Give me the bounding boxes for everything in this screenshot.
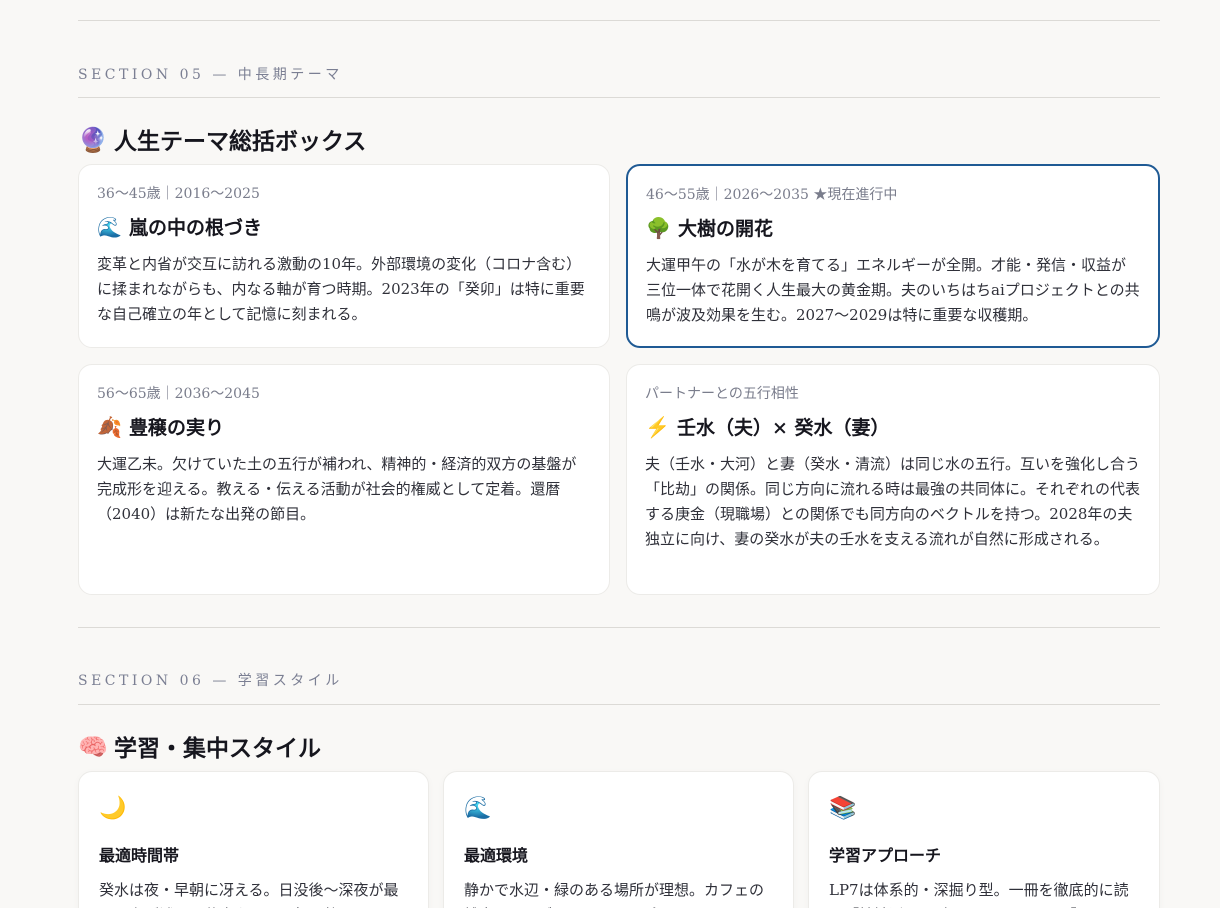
section-divider (78, 627, 1160, 628)
card-title-text: 壬水（夫）× 癸水（妻） (677, 417, 890, 439)
theme-card-56-65: 56〜65歳｜2036〜2045 🍂 豊穣の実り 大運乙未。欠けていた土の五行が… (78, 364, 610, 595)
study-card-body: 癸水は夜・早朝に冴える。日没後〜深夜が最も思考が澄みる黄金タイム。朝は静かな (99, 881, 399, 908)
lightning-icon: ⚡ (645, 414, 670, 439)
card-title: 🍂 豊穣の実り (97, 413, 591, 440)
card-title: ⚡ 壬水（夫）× 癸水（妻） (645, 413, 1141, 440)
card-body: 大運乙未。欠けていた土の五行が補われ、精神的・経済的双方の基盤が完成形を迎える。… (97, 455, 577, 523)
partner-compatibility-card: パートナーとの五行相性 ⚡ 壬水（夫）× 癸水（妻） 夫（壬水・大河）と妻（癸水… (626, 364, 1160, 595)
wave-icon: 🌊 (464, 796, 492, 821)
section-06-label: SECTION 06 — 学習スタイル (78, 673, 343, 689)
study-card-title: 最適環境 (464, 846, 529, 865)
tree-icon: 🌳 (646, 215, 671, 240)
fallen-leaf-icon: 🍂 (97, 414, 122, 439)
crescent-moon-icon: 🌙 (99, 796, 127, 821)
card-title: 🌊 嵐の中の根づき (97, 213, 591, 240)
study-card-approach: 📚 学習アプローチ LP7は体系的・深掘り型。一冊を徹底的に読む「精読派」。一気… (808, 771, 1160, 908)
section-05-heading: 🔮 人生テーマ総括ボックス (78, 122, 366, 156)
section-06-heading: 🧠 学習・集中スタイル (78, 729, 321, 763)
card-title-text: 嵐の中の根づき (129, 217, 263, 239)
section-05-divider (78, 97, 1160, 98)
top-divider (78, 20, 1160, 21)
wave-icon: 🌊 (97, 214, 122, 239)
card-body: 変革と内省が交互に訪れる激動の10年。外部環境の変化（コロナ含む）に揉まれながら… (97, 255, 585, 323)
section-05-label: SECTION 05 — 中長期テーマ (78, 67, 343, 83)
card-meta: パートナーとの五行相性 (645, 386, 799, 402)
theme-card-46-55: 46〜55歳｜2026〜2035 ★現在進行中 🌳 大樹の開花 大運甲午の「水が… (626, 164, 1160, 348)
card-title-text: 大樹の開花 (678, 218, 774, 240)
section-06-title: 学習・集中スタイル (114, 735, 321, 762)
card-meta: 56〜65歳｜2036〜2045 (97, 386, 260, 402)
brain-icon: 🧠 (78, 731, 108, 761)
study-card-title: 最適時間帯 (99, 846, 180, 865)
card-title: 🌳 大樹の開花 (646, 214, 1140, 241)
study-card-body: 静かで水辺・緑のある場所が理想。カフェの雑音は◎、ざわついたオープンスペース (464, 881, 765, 908)
study-card-time: 🌙 最適時間帯 癸水は夜・早朝に冴える。日没後〜深夜が最も思考が澄みる黄金タイム… (78, 771, 429, 908)
section-06-divider (78, 704, 1160, 705)
section-05-title: 人生テーマ総括ボックス (114, 128, 367, 155)
theme-card-36-45: 36〜45歳｜2016〜2025 🌊 嵐の中の根づき 変革と内省が交互に訪れる激… (78, 164, 610, 348)
card-body: 大運甲午の「水が木を育てる」エネルギーが全開。才能・発信・収益が三位一体で花開く… (646, 256, 1140, 324)
card-meta: 46〜55歳｜2026〜2035 ★現在進行中 (646, 187, 898, 203)
study-card-environment: 🌊 最適環境 静かで水辺・緑のある場所が理想。カフェの雑音は◎、ざわついたオープ… (443, 771, 794, 908)
study-card-body: LP7は体系的・深掘り型。一冊を徹底的に読む「精読派」。一気にまとめるのは「ま (829, 881, 1129, 908)
card-body: 夫（壬水・大河）と妻（癸水・清流）は同じ水の五行。互いを強化し合う「比劫」の関係… (645, 455, 1141, 548)
study-card-title: 学習アプローチ (829, 846, 942, 865)
card-title-text: 豊穣の実り (129, 417, 225, 439)
books-icon: 📚 (829, 796, 857, 821)
card-meta: 36〜45歳｜2016〜2025 (97, 186, 260, 202)
crystal-ball-icon: 🔮 (78, 124, 108, 154)
